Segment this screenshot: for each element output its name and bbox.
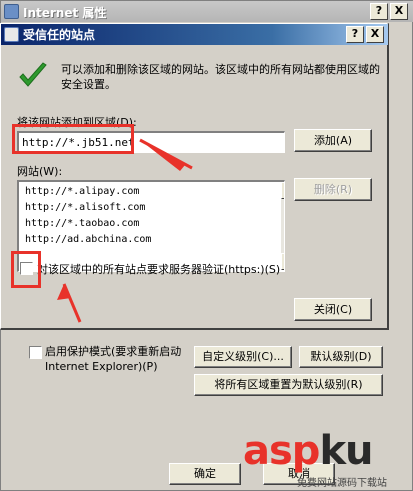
- watermark-logo-part1: asp: [243, 428, 320, 474]
- watermark-logo: aspku: [243, 428, 374, 474]
- watermark-subtitle: 免费网站源码下载站: [297, 478, 387, 489]
- watermark: aspku 免费网站源码下载站: [243, 428, 413, 491]
- red-arrow-icon: [57, 138, 193, 323]
- watermark-logo-part2: ku: [319, 428, 373, 474]
